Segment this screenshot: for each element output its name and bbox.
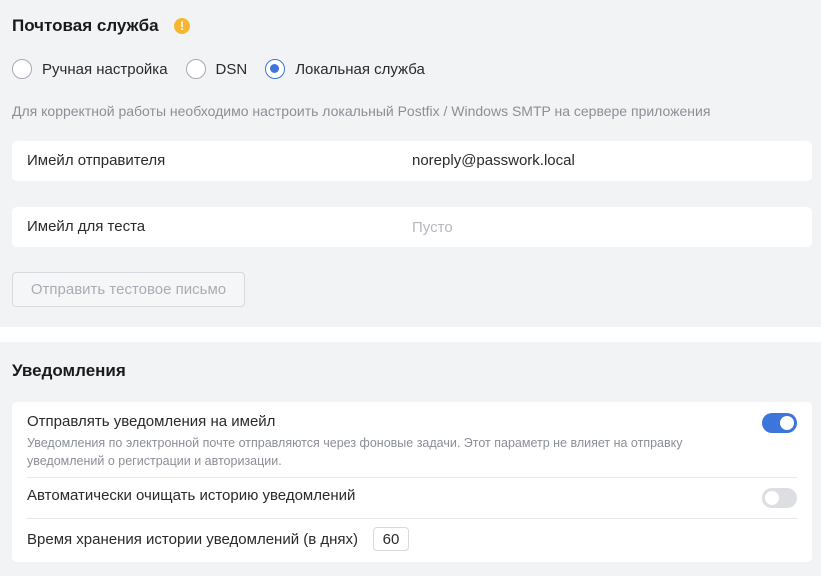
email-notifications-label: Отправлять уведомления на имейл bbox=[27, 413, 276, 430]
test-email-field: Имейл для теста bbox=[12, 207, 812, 247]
toggle-knob bbox=[780, 416, 794, 430]
radio-dsn[interactable]: DSN bbox=[185, 59, 248, 79]
sender-email-field: Имейл отправителя noreply@passwork.local bbox=[12, 141, 812, 181]
notifications-section-title: Уведомления bbox=[12, 361, 126, 380]
divider bbox=[27, 518, 797, 519]
retention-label: Время хранения истории уведомлений (в дн… bbox=[27, 531, 359, 548]
toggle-knob bbox=[765, 491, 779, 505]
sender-email-value[interactable]: noreply@passwork.local bbox=[412, 152, 575, 169]
radio-circle-icon[interactable] bbox=[185, 59, 206, 79]
mail-section-title: Почтовая служба bbox=[12, 16, 159, 35]
mail-settings-section: Почтовая служба ! Ручная настройка DSN Л… bbox=[0, 0, 821, 327]
warning-icon[interactable]: ! bbox=[174, 18, 190, 34]
autoclean-row: Автоматически очищать историю уведомлени… bbox=[27, 486, 797, 506]
radio-label: Локальная служба bbox=[295, 60, 425, 78]
sender-email-label: Имейл отправителя bbox=[27, 152, 166, 169]
test-email-input[interactable] bbox=[408, 213, 798, 241]
mail-mode-radio-group: Ручная настройка DSN Локальная служба bbox=[12, 58, 443, 80]
notifications-section: Уведомления Отправлять уведомления на им… bbox=[0, 342, 821, 576]
radio-local-service[interactable]: Локальная служба bbox=[265, 59, 425, 79]
test-email-label: Имейл для теста bbox=[27, 218, 146, 235]
radio-label: DSN bbox=[215, 60, 248, 78]
autoclean-toggle[interactable] bbox=[762, 488, 797, 508]
retention-days-input[interactable] bbox=[373, 527, 409, 551]
retention-row: Время хранения истории уведомлений (в дн… bbox=[27, 527, 797, 551]
radio-circle-checked-icon[interactable] bbox=[265, 59, 286, 79]
email-notifications-row: Отправлять уведомления на имейл Уведомле… bbox=[27, 412, 797, 470]
radio-manual[interactable]: Ручная настройка bbox=[12, 59, 168, 79]
local-service-hint: Для корректной работы необходимо настрои… bbox=[12, 103, 711, 119]
radio-label: Ручная настройка bbox=[42, 60, 168, 78]
radio-circle-icon[interactable] bbox=[12, 59, 32, 79]
divider bbox=[27, 477, 797, 478]
send-test-email-button[interactable]: Отправить тестовое письмо bbox=[12, 272, 245, 307]
notifications-card: Отправлять уведомления на имейл Уведомле… bbox=[12, 402, 812, 562]
autoclean-label: Автоматически очищать историю уведомлени… bbox=[27, 487, 356, 504]
email-notifications-toggle[interactable] bbox=[762, 413, 797, 433]
email-notifications-description: Уведомления по электронной почте отправл… bbox=[27, 436, 683, 468]
